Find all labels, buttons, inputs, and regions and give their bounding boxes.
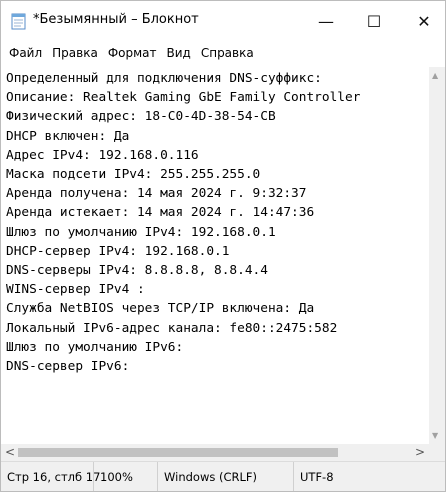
horizontal-scrollbar[interactable]: < > [1, 444, 429, 461]
horizontal-scroll-thumb[interactable] [18, 448, 338, 457]
scrollbar-corner [429, 444, 445, 461]
window-title: *Безымянный – Блокнот [33, 12, 199, 27]
text-line: DHCP включен: Да [6, 128, 130, 144]
minimize-icon: — [318, 11, 334, 31]
close-icon: ✕ [417, 11, 431, 31]
scroll-down-icon[interactable]: ▼ [432, 431, 438, 440]
scroll-right-icon[interactable]: > [415, 445, 425, 459]
text-line: Описание: Realtek Gaming GbE Family Cont… [6, 90, 361, 106]
status-bar: Стр 16, стлб 17 100% Windows (CRLF) UTF-… [1, 461, 445, 491]
text-line: WINS-сервер IPv4 : [6, 282, 145, 298]
text-line: DNS-сервер IPv6: [6, 359, 130, 375]
text-line: Шлюз по умолчанию IPv4: 192.168.0.1 [6, 224, 276, 240]
maximize-icon: ☐ [366, 11, 382, 31]
text-line: Аренда получена: 14 мая 2024 г. 9:32:37 [6, 186, 307, 202]
vertical-scrollbar[interactable]: ▲ ▼ [429, 67, 445, 444]
notepad-icon [11, 12, 27, 30]
text-line: Физический адрес: 18-C0-4D-38-54-CB [6, 109, 276, 125]
maximize-button[interactable]: ☐ [351, 1, 397, 41]
text-line: Аренда истекает: 14 мая 2024 г. 14:47:36 [6, 205, 315, 221]
scroll-up-icon[interactable]: ▲ [432, 71, 438, 80]
text-line: Определенный для подключения DNS-суффикс… [6, 71, 322, 86]
text-line: Служба NetBIOS через TCP/IP включена: Да [6, 301, 315, 317]
status-zoom: 100% [93, 462, 157, 491]
text-line: Адрес IPv4: 192.168.0.116 [6, 147, 199, 163]
status-cursor-position: Стр 16, стлб 17 [7, 470, 101, 484]
title-bar[interactable]: *Безымянный – Блокнот — ☐ ✕ [1, 1, 445, 41]
close-button[interactable]: ✕ [401, 1, 445, 41]
text-line: DHCP-сервер IPv4: 192.168.0.1 [6, 243, 230, 259]
status-encoding: UTF-8 [293, 462, 445, 491]
status-line-ending: Windows (CRLF) [157, 462, 293, 491]
menu-format[interactable]: Формат [103, 42, 162, 64]
notepad-window: *Безымянный – Блокнот — ☐ ✕ Файл Правка … [0, 0, 446, 492]
text-editor[interactable]: Определенный для подключения DNS-суффикс… [1, 67, 429, 444]
menu-help[interactable]: Справка [196, 42, 259, 64]
text-line: DNS-серверы IPv4: 8.8.8.8, 8.8.4.4 [6, 263, 268, 279]
menu-bar: Файл Правка Формат Вид Справка [1, 41, 445, 65]
menu-view[interactable]: Вид [162, 42, 196, 64]
menu-file[interactable]: Файл [4, 42, 47, 64]
minimize-button[interactable]: — [303, 1, 349, 41]
scroll-left-icon[interactable]: < [5, 445, 15, 459]
text-line: Локальный IPv6-адрес канала: fe80::2475:… [6, 320, 338, 336]
text-line: Шлюз по умолчанию IPv6: [6, 339, 184, 355]
menu-edit[interactable]: Правка [47, 42, 103, 64]
text-line: Маска подсети IPv4: 255.255.255.0 [6, 167, 261, 183]
